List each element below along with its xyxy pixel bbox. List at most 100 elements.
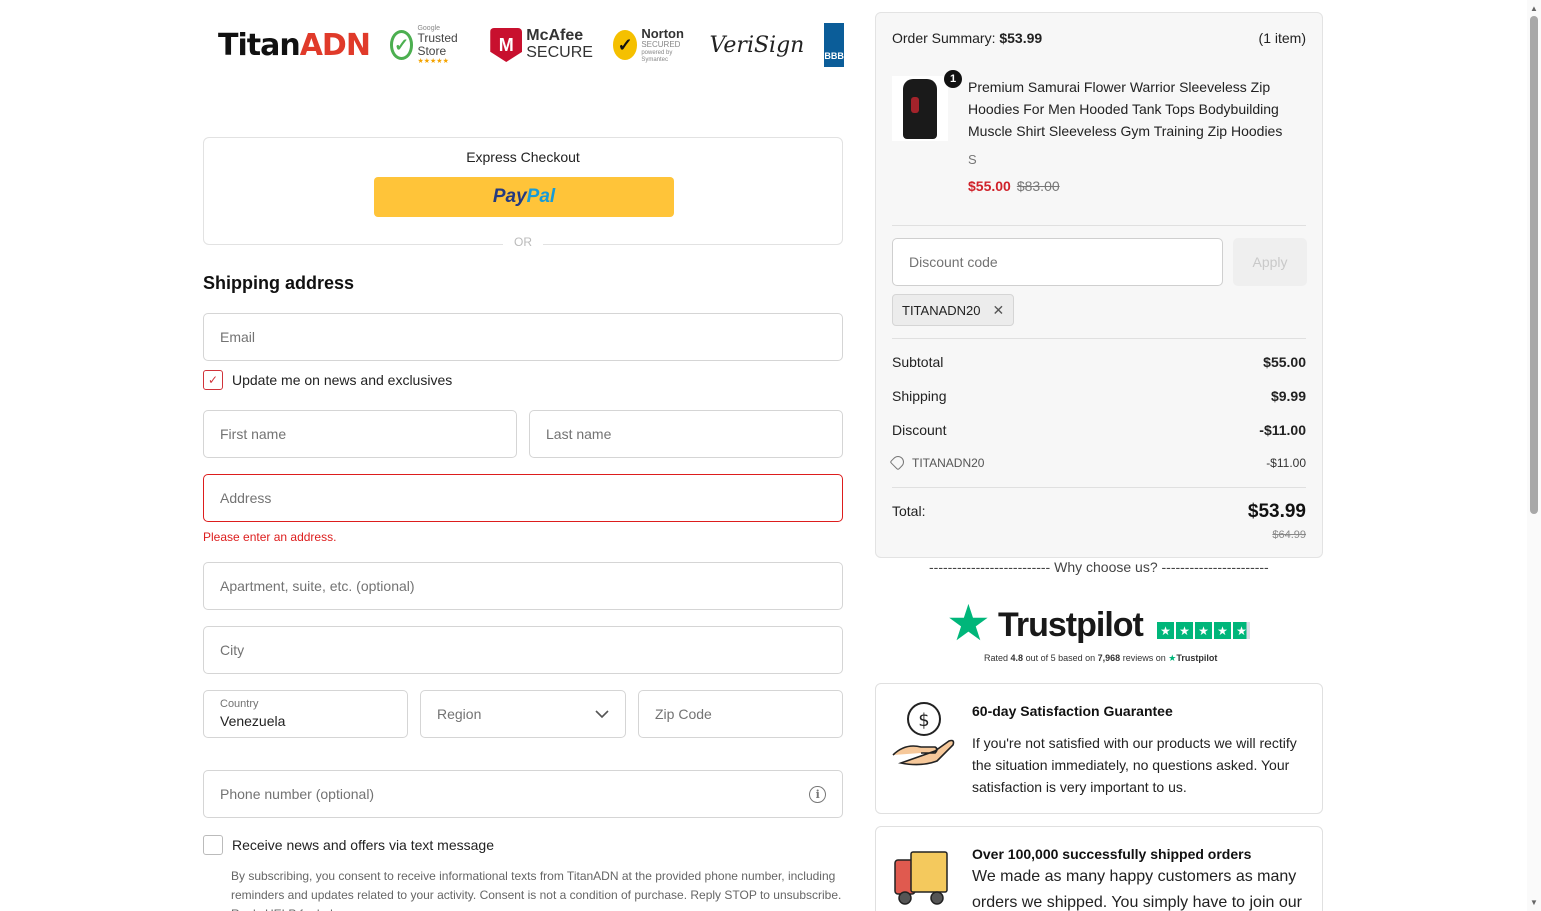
divider [892,487,1306,488]
apply-discount-button[interactable]: Apply [1233,238,1307,286]
email-field[interactable] [203,313,843,361]
titanadn-logo[interactable]: TitanADN [218,28,371,63]
phone-input[interactable] [220,786,810,802]
zip-code-input[interactable] [655,706,826,722]
applied-code-chip: TITANADN20 ✕ [892,294,1015,326]
address-error-message: Please enter an address. [203,530,337,544]
total-value: $53.99 [1247,501,1306,522]
news-checkbox[interactable]: ✓ [203,370,223,390]
star-icon: ★ [1157,622,1174,639]
order-summary-label: Order Summary: [892,30,996,46]
scrollbar-thumb[interactable] [1530,16,1538,514]
guarantee-card: $ 60-day Satisfaction Guarantee If you'r… [875,683,1323,814]
google-trusted-store-logo: ✓ Google Trusted Store ★★★★★ [389,25,470,65]
first-name-input[interactable] [220,426,500,442]
apartment-input[interactable] [220,578,826,594]
mcafee-shield-icon: M [490,28,523,62]
express-checkout-panel: Express Checkout Pay Pal [203,137,843,245]
sms-opt-in-row[interactable]: Receive news and offers via text message [203,835,494,855]
product-compare-price: $83.00 [1016,178,1060,194]
product-thumbnail [892,76,948,141]
region-select[interactable]: Region [420,690,626,738]
total-compare-price: $64.99 [1272,529,1306,541]
trust-logos-bar: TitanADN ✓ Google Trusted Store ★★★★★ M … [218,20,844,70]
shipping-line: Shipping $9.99 [892,388,1306,404]
trustpilot-wordmark: Trustpilot [998,606,1144,644]
discount-code-line-value: -$11.00 [1266,456,1306,470]
divider [892,225,1306,226]
item-count: (1 item) [1258,30,1306,46]
paypal-button[interactable]: Pay Pal [374,177,674,217]
city-field[interactable] [203,626,843,674]
guarantee-body: If you're not satisfied with our product… [972,735,1297,795]
phone-field[interactable]: i [203,770,843,818]
guarantee-title: 60-day Satisfaction Guarantee [972,703,1173,719]
norton-secured-logo: ✓ Norton SECURED powered by Symantec [612,26,690,63]
star-icon: ★ [1176,622,1193,639]
sms-checkbox[interactable] [203,835,223,855]
applied-code-label: TITANADN20 [902,302,981,318]
star-icon: ★ [1233,622,1250,639]
mcafee-secure-logo: M McAfee SECURE [490,27,593,62]
why-choose-us-heading: -------------------------- Why choose us… [929,559,1269,575]
trustpilot-widget[interactable]: ★ Trustpilot ★ ★ ★ ★ ★ Rated 4.8 out of … [946,598,1252,668]
sms-consent-text: By subscribing, you consent to receive i… [231,869,842,911]
sms-checkbox-label: Receive news and offers via text message [232,837,494,853]
discount-line: Discount -$11.00 [892,422,1306,438]
checkmark-icon: ✓ [389,30,414,60]
discount-label: Discount [892,422,947,438]
tag-icon [889,453,907,471]
first-name-field[interactable] [203,410,517,458]
trustpilot-rated-text: Rated 4.8 out of 5 based on 7,968 review… [984,653,1218,663]
star-icon: ★ [1195,622,1212,639]
email-input[interactable] [220,329,826,345]
scroll-up-arrow-icon[interactable]: ▲ [1530,4,1538,13]
product-price: $55.00 $83.00 [968,178,1060,194]
zip-code-field[interactable] [638,690,843,738]
city-input[interactable] [220,642,826,658]
star-icon: ★ [1214,622,1231,639]
product-variant: S [968,152,977,167]
last-name-field[interactable] [529,410,843,458]
total-line: Total: $53.99 [892,501,1306,523]
address-input[interactable] [220,490,826,506]
product-name: Premium Samurai Flower Warrior Sleeveles… [968,79,1283,139]
verisign-logo: VeriSign [709,32,805,58]
info-icon[interactable]: i [809,785,826,803]
trustpilot-star-icon: ★ [946,595,991,651]
address-field[interactable] [203,474,843,522]
country-label: Country [220,698,259,711]
country-value: Venezuela [220,712,286,729]
last-name-input[interactable] [546,426,826,442]
discount-value: -$11.00 [1259,422,1306,438]
remove-code-close-icon[interactable]: ✕ [993,302,1005,319]
subtotal-line: Subtotal $55.00 [892,354,1306,370]
hoodie-image [903,78,937,139]
shipped-orders-title: Over 100,000 successfully shipped orders [972,846,1252,862]
order-summary-amount: $53.99 [999,30,1043,46]
news-opt-in-row[interactable]: ✓ Update me on news and exclusives [203,370,452,390]
scroll-down-arrow-icon[interactable]: ▼ [1530,898,1538,907]
shipped-orders-body: We made as many happy customers as many … [972,868,1302,911]
product-sale-price: $55.00 [968,178,1011,194]
total-label: Total: [892,503,926,519]
delivery-truck-icon [891,842,957,911]
page-scrollbar[interactable]: ▲ ▼ [1527,0,1541,911]
discount-code-input[interactable] [909,254,1206,270]
norton-check-icon: ✓ [612,30,638,60]
trustpilot-rating-stars: ★ ★ ★ ★ ★ [1157,622,1250,639]
order-summary-header: Order Summary: $53.99 (1 item) [892,30,1306,46]
subtotal-value: $55.00 [1263,354,1306,370]
or-divider: OR [503,235,543,249]
express-checkout-title: Express Checkout [466,149,580,165]
region-placeholder: Region [437,706,482,722]
shipped-orders-card: Over 100,000 successfully shipped orders… [875,826,1323,911]
country-select[interactable]: Country Venezuela [203,690,408,738]
apartment-field[interactable] [203,562,843,610]
discount-code-line: TITANADN20 -$11.00 [889,453,1306,471]
money-hand-icon: $ [891,699,957,769]
subtotal-label: Subtotal [892,354,944,370]
shipping-label: Shipping [892,388,947,404]
quantity-badge: 1 [944,70,962,88]
discount-code-field[interactable] [892,238,1223,286]
